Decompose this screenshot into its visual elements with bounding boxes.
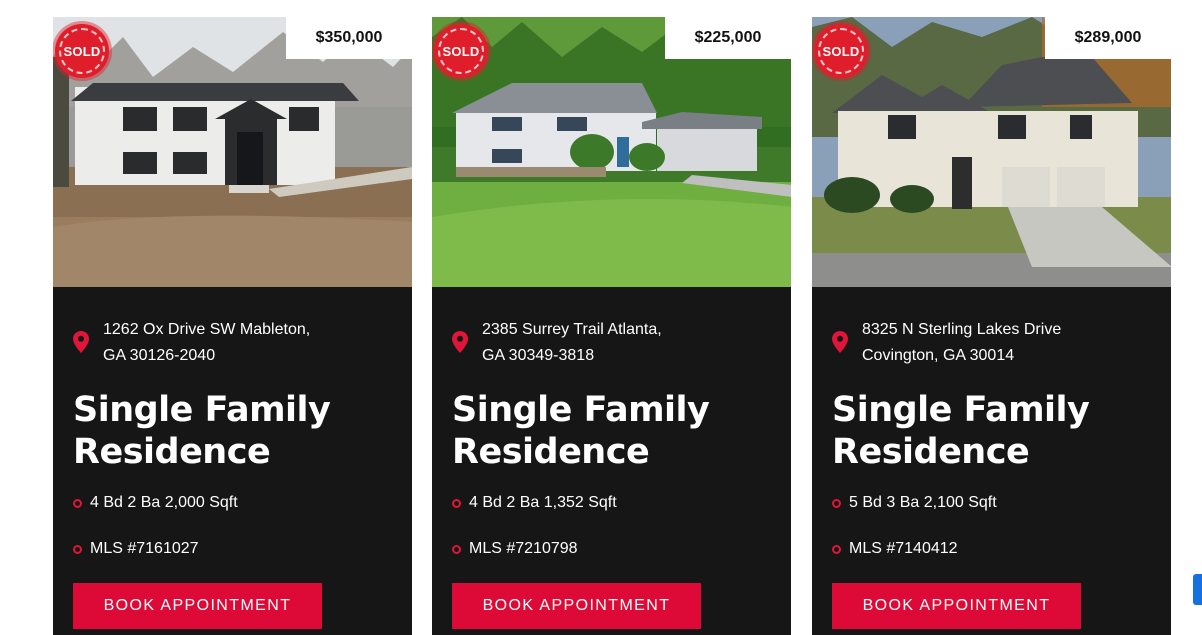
bullet-circle-icon [452, 544, 461, 554]
house-photo[interactable]: $225,000 SOLD [432, 17, 791, 287]
address-row: 8325 N Sterling Lakes Drive Covington, G… [832, 317, 1061, 369]
mls-text: MLS #7140412 [849, 540, 958, 557]
mls-row: MLS #7210798 [452, 540, 578, 558]
bullet-circle-icon [832, 498, 841, 508]
sold-badge: SOLD [55, 24, 109, 78]
sold-badge-label: SOLD [822, 43, 860, 59]
specs-row: 4 Bd 2 Ba 1,352 Sqft [452, 494, 617, 512]
mls-row: MLS #7140412 [832, 540, 958, 558]
bullet-circle-icon [73, 498, 82, 508]
sold-badge: SOLD [814, 24, 868, 78]
listing-title-line-2: Residence [832, 432, 1030, 472]
address-line-1: 1262 Ox Drive SW Mableton, [103, 321, 311, 338]
bullet-circle-icon [452, 498, 461, 508]
address: 1262 Ox Drive SW Mableton, GA 30126-2040 [103, 317, 310, 369]
house-photo[interactable]: $350,000 SOLD [53, 17, 412, 287]
address-row: 1262 Ox Drive SW Mableton, GA 30126-2040 [73, 317, 310, 369]
specs-text: 5 Bd 3 Ba 2,100 Sqft [849, 494, 997, 511]
location-pin-icon [832, 331, 848, 353]
house-photo[interactable]: $289,000 SOLD [812, 17, 1171, 287]
mls-text: MLS #7210798 [469, 540, 578, 557]
address: 2385 Surrey Trail Atlanta, GA 30349-3818 [482, 317, 662, 369]
listing-title: Single Family Residence [832, 389, 1090, 473]
listing-card: $225,000 SOLD 2385 Surrey Trail Atlanta,… [432, 17, 791, 635]
side-widget-tab[interactable] [1193, 574, 1202, 605]
price-tag: $289,000 [1045, 17, 1171, 59]
location-pin-icon [452, 331, 468, 353]
listing-title-line-2: Residence [452, 432, 650, 472]
price-tag: $350,000 [286, 17, 412, 59]
address-line-2: GA 30126-2040 [103, 347, 216, 364]
mls-row: MLS #7161027 [73, 540, 199, 558]
listing-title: Single Family Residence [452, 389, 710, 473]
book-appointment-button[interactable]: BOOK APPOINTMENT [73, 583, 322, 629]
location-pin-icon [73, 331, 89, 353]
mls-text: MLS #7161027 [90, 540, 199, 557]
sold-badge: SOLD [434, 24, 488, 78]
specs-row: 4 Bd 2 Ba 2,000 Sqft [73, 494, 238, 512]
listing-card: $289,000 SOLD 8325 N Sterling Lakes Driv… [812, 17, 1171, 635]
listing-title-line-1: Single Family [73, 390, 331, 430]
specs-text: 4 Bd 2 Ba 1,352 Sqft [469, 494, 617, 511]
sold-badge-label: SOLD [442, 43, 480, 59]
book-appointment-button[interactable]: BOOK APPOINTMENT [832, 583, 1081, 629]
specs-text: 4 Bd 2 Ba 2,000 Sqft [90, 494, 238, 511]
listing-title-line-1: Single Family [832, 390, 1090, 430]
listing-title-line-1: Single Family [452, 390, 710, 430]
specs-row: 5 Bd 3 Ba 2,100 Sqft [832, 494, 997, 512]
price-tag: $225,000 [665, 17, 791, 59]
listing-title-line-2: Residence [73, 432, 271, 472]
bullet-circle-icon [73, 544, 82, 554]
bullet-circle-icon [832, 544, 841, 554]
address-line-1: 8325 N Sterling Lakes Drive [862, 321, 1062, 338]
book-appointment-button[interactable]: BOOK APPOINTMENT [452, 583, 701, 629]
address-row: 2385 Surrey Trail Atlanta, GA 30349-3818 [452, 317, 662, 369]
listing-title: Single Family Residence [73, 389, 331, 473]
address-line-1: 2385 Surrey Trail Atlanta, [482, 321, 662, 338]
sold-badge-label: SOLD [63, 43, 101, 59]
address-line-2: GA 30349-3818 [482, 347, 595, 364]
listing-card: $350,000 SOLD 1262 Ox Drive SW Mableton,… [53, 17, 412, 635]
address-line-2: Covington, GA 30014 [862, 347, 1015, 364]
address: 8325 N Sterling Lakes Drive Covington, G… [862, 317, 1061, 369]
